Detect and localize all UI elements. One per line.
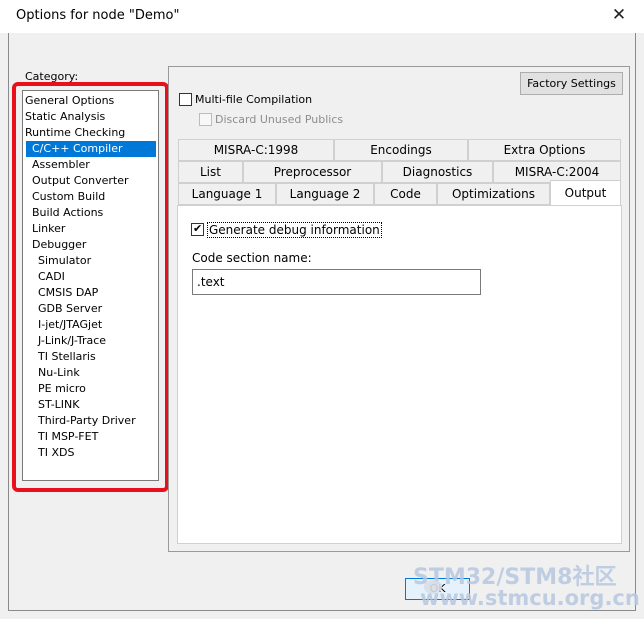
red-highlight-annotation — [12, 82, 169, 492]
close-icon[interactable]: ✕ — [604, 4, 634, 28]
generate-debug-info-label[interactable]: Generate debug information — [207, 222, 382, 238]
tab-code[interactable]: Code — [374, 183, 437, 205]
code-section-name-label: Code section name: — [192, 251, 312, 265]
tab-list[interactable]: List — [178, 161, 243, 183]
tab-misra-c-1998[interactable]: MISRA-C:1998 — [178, 139, 334, 161]
window-title: Options for node "Demo" — [16, 8, 180, 23]
tab-extra-options[interactable]: Extra Options — [468, 139, 621, 161]
discard-unused-publics-label: Discard Unused Publics — [215, 113, 344, 126]
discard-unused-publics-checkbox — [199, 113, 212, 126]
checkmark-icon: ✔ — [193, 222, 203, 235]
multi-file-compilation-checkbox[interactable] — [179, 93, 192, 106]
code-section-name-input[interactable]: .text — [192, 269, 481, 295]
generate-debug-info-checkbox[interactable]: ✔ — [191, 222, 204, 236]
multi-file-compilation-label[interactable]: Multi-file Compilation — [195, 93, 312, 107]
tab-diagnostics[interactable]: Diagnostics — [382, 161, 493, 183]
tab-language-1[interactable]: Language 1 — [178, 183, 276, 205]
tab-optimizations[interactable]: Optimizations — [437, 183, 550, 205]
tab-language-2[interactable]: Language 2 — [276, 183, 374, 205]
tab-preprocessor[interactable]: Preprocessor — [243, 161, 382, 183]
factory-settings-button[interactable]: Factory Settings — [520, 72, 623, 95]
tab-output[interactable]: Output — [550, 180, 621, 205]
watermark-url: www.stmcu.org.cn — [420, 586, 640, 610]
tab-encodings[interactable]: Encodings — [334, 139, 468, 161]
